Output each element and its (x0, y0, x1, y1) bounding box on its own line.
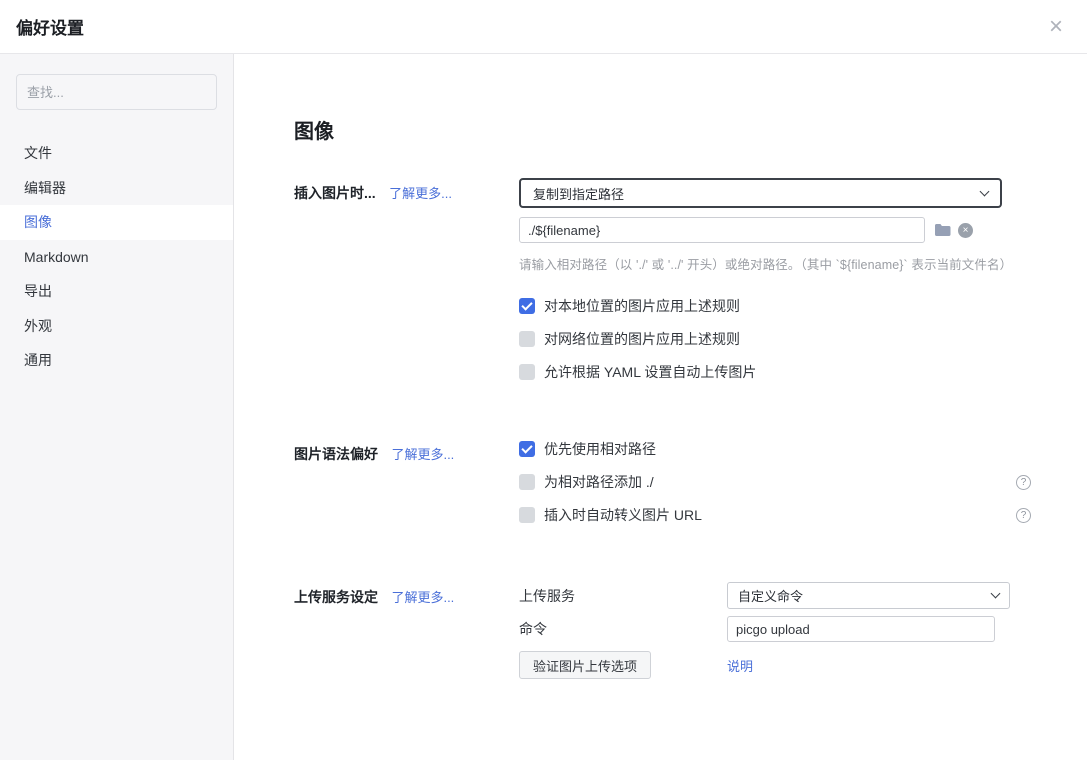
checkbox-label: 对网络位置的图片应用上述规则 (544, 329, 740, 349)
validate-upload-button[interactable]: 验证图片上传选项 (519, 651, 651, 679)
checkbox-box[interactable] (519, 474, 535, 490)
validate-button-slot: 验证图片上传选项 (519, 651, 727, 679)
checkbox-box[interactable] (519, 507, 535, 523)
chevron-down-icon (991, 589, 1001, 599)
checkbox-label: 为相对路径添加 ./ (544, 472, 654, 492)
checkbox-label: 对本地位置的图片应用上述规则 (544, 296, 740, 316)
sidebar-item-editor[interactable]: 编辑器 (0, 171, 233, 206)
sidebar-item-general[interactable]: 通用 (0, 343, 233, 378)
insert-section-label: 插入图片时... (294, 185, 376, 201)
sidebar: 文件 编辑器 图像 Markdown 导出 外观 通用 (0, 54, 234, 760)
sidebar-item-markdown[interactable]: Markdown (0, 240, 233, 275)
settings-panel: 图像 插入图片时... 了解更多... 复制到指定路径 (234, 54, 1087, 760)
upload-service-label: 上传服务 (519, 586, 727, 606)
upload-section-label: 上传服务设定 (294, 589, 378, 605)
checkbox-network-rule[interactable]: 对网络位置的图片应用上述规则 (519, 329, 740, 349)
path-hint-text: 请输入相对路径（以 './' 或 '../' 开头）或绝对路径。（其中 `${f… (519, 254, 1031, 273)
search-input[interactable] (16, 74, 217, 110)
sidebar-item-image[interactable]: 图像 (0, 205, 233, 240)
upload-service-section: 上传服务设定 了解更多... 上传服务 自定义命令 命令 (294, 582, 1032, 679)
checkbox-yaml-upload[interactable]: 允许根据 YAML 设置自动上传图片 (519, 362, 756, 382)
insert-image-section: 插入图片时... 了解更多... 复制到指定路径 (294, 178, 1032, 395)
sidebar-item-appearance[interactable]: 外观 (0, 309, 233, 344)
upload-learn-more-link[interactable]: 了解更多... (391, 590, 454, 605)
upload-service-row: 上传服务 自定义命令 (519, 582, 1031, 609)
preferences-window: 偏好设置 × 文件 编辑器 图像 Markdown 导出 外观 通用 图像 插入… (0, 0, 1087, 760)
folder-icon[interactable] (934, 223, 951, 237)
upload-command-label: 命令 (519, 619, 727, 639)
insert-action-select[interactable]: 复制到指定路径 (519, 178, 1002, 208)
checkbox-local-rule[interactable]: 对本地位置的图片应用上述规则 (519, 296, 740, 316)
sidebar-item-export[interactable]: 导出 (0, 274, 233, 309)
checkbox-row-add-dot-slash: 为相对路径添加 ./ ? (519, 472, 1031, 492)
checkbox-escape-image-url[interactable]: 插入时自动转义图片 URL (519, 505, 702, 525)
checkbox-row-yaml-upload: 允许根据 YAML 设置自动上传图片 (519, 362, 1031, 382)
checkbox-row-network-rule: 对网络位置的图片应用上述规则 (519, 329, 1031, 349)
syntax-section-controls: 优先使用相对路径 为相对路径添加 ./ ? 插入时自动转义图片 UR (519, 439, 1031, 538)
upload-validate-row: 验证图片上传选项 说明 (519, 651, 1031, 679)
insert-learn-more-link[interactable]: 了解更多... (389, 186, 452, 201)
checkbox-box[interactable] (519, 298, 535, 314)
upload-command-row: 命令 (519, 616, 1031, 642)
insert-checkbox-group: 对本地位置的图片应用上述规则 对网络位置的图片应用上述规则 (519, 296, 1031, 382)
window-body: 文件 编辑器 图像 Markdown 导出 外观 通用 图像 插入图片时... … (0, 54, 1087, 760)
upload-service-select[interactable]: 自定义命令 (727, 582, 1010, 609)
page-title: 图像 (294, 115, 1032, 144)
checkbox-prefer-relative-path[interactable]: 优先使用相对路径 (519, 439, 656, 459)
titlebar: 偏好设置 × (0, 0, 1087, 54)
upload-service-selected-value: 自定义命令 (738, 586, 803, 605)
insert-action-selected-value: 复制到指定路径 (533, 184, 624, 203)
copy-path-row: × (519, 217, 1031, 243)
upload-section-label-col: 上传服务设定 了解更多... (294, 582, 519, 679)
upload-section-controls: 上传服务 自定义命令 命令 验证图片上传选项 说 (519, 582, 1031, 679)
checkbox-row-relative-path: 优先使用相对路径 (519, 439, 1031, 459)
checkbox-label: 优先使用相对路径 (544, 439, 656, 459)
checkbox-box[interactable] (519, 441, 535, 457)
syntax-section-label-col: 图片语法偏好 了解更多... (294, 439, 519, 538)
chevron-down-icon (980, 186, 990, 196)
insert-section-controls: 复制到指定路径 × 请输入相对路径（以 './' 或 '../' 开头）或绝对路… (519, 178, 1031, 395)
clear-icon[interactable]: × (958, 223, 973, 238)
insert-section-label-col: 插入图片时... 了解更多... (294, 178, 519, 395)
checkbox-box[interactable] (519, 331, 535, 347)
sidebar-nav: 文件 编辑器 图像 Markdown 导出 外观 通用 (0, 136, 233, 378)
checkbox-add-dot-slash[interactable]: 为相对路径添加 ./ (519, 472, 654, 492)
help-icon[interactable]: ? (1016, 475, 1031, 490)
upload-command-input[interactable] (727, 616, 995, 642)
copy-path-input[interactable] (519, 217, 925, 243)
help-icon[interactable]: ? (1016, 508, 1031, 523)
upload-instructions-link[interactable]: 说明 (727, 656, 753, 675)
image-syntax-section: 图片语法偏好 了解更多... 优先使用相对路径 为相对路径添加 ./ (294, 439, 1032, 538)
checkbox-label: 允许根据 YAML 设置自动上传图片 (544, 362, 756, 382)
checkbox-row-escape-url: 插入时自动转义图片 URL ? (519, 505, 1031, 525)
checkbox-label: 插入时自动转义图片 URL (544, 505, 702, 525)
sidebar-item-files[interactable]: 文件 (0, 136, 233, 171)
checkbox-box[interactable] (519, 364, 535, 380)
window-title: 偏好设置 (16, 14, 84, 39)
checkbox-row-local-rule: 对本地位置的图片应用上述规则 (519, 296, 1031, 316)
syntax-section-label: 图片语法偏好 (294, 446, 378, 462)
syntax-learn-more-link[interactable]: 了解更多... (391, 447, 454, 462)
close-icon[interactable]: × (1049, 15, 1063, 39)
